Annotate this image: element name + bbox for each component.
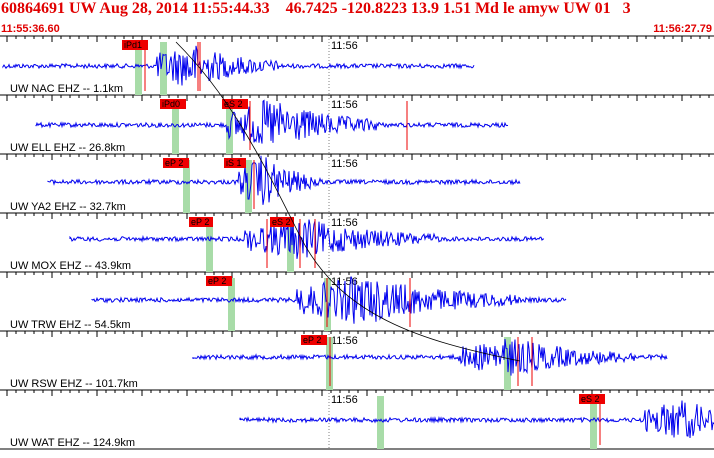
pick-label[interactable]: eS 2 [581, 394, 600, 404]
time-label: 11:56 [331, 217, 358, 229]
seismogram-trace [239, 400, 714, 439]
time-label: 11:56 [331, 99, 358, 111]
channel-label: UW WAT EHZ -- 124.9km [10, 437, 135, 449]
channel-label: UW NAC EHZ -- 1.1km [10, 83, 123, 95]
channel-label: UW ELL EHZ -- 26.8km [10, 142, 125, 154]
pick-label[interactable]: iPd0 [162, 99, 180, 109]
pick-label[interactable]: eP 2 [208, 276, 226, 286]
seismogram-plot: 11:56 iPd1 UW NAC EHZ -- 1.1km 11:56 iPd0 eS … [0, 35, 714, 450]
seismogram-trace [2, 45, 475, 86]
time-label: 11:56 [331, 394, 358, 406]
pick-label[interactable]: iS 1 [226, 158, 242, 168]
seismogram-trace [35, 99, 509, 144]
seismogram-trace [69, 219, 545, 259]
pick-label[interactable]: iPd1 [124, 40, 142, 50]
pick-label[interactable]: eP 2 [191, 217, 209, 227]
time-label: 11:56 [331, 335, 358, 347]
time-label: 11:56 [331, 40, 358, 52]
seismogram-trace [47, 155, 521, 205]
time-label: 11:56 [331, 158, 358, 170]
channel-label: UW TRW EHZ -- 54.5km [10, 319, 131, 331]
channel-label: UW MOX EHZ -- 43.9km [10, 260, 131, 272]
channel-label: UW YA2 EHZ -- 32.7km [10, 201, 126, 213]
travel-time-curve [175, 41, 521, 362]
pick-label[interactable]: eP 2 [303, 335, 321, 345]
channel-label: UW RSW EHZ -- 101.7km [10, 378, 138, 390]
pick-label[interactable]: eS 2 [272, 217, 291, 227]
pick-label[interactable]: eP 2 [165, 158, 183, 168]
seismogram-trace [192, 338, 668, 376]
